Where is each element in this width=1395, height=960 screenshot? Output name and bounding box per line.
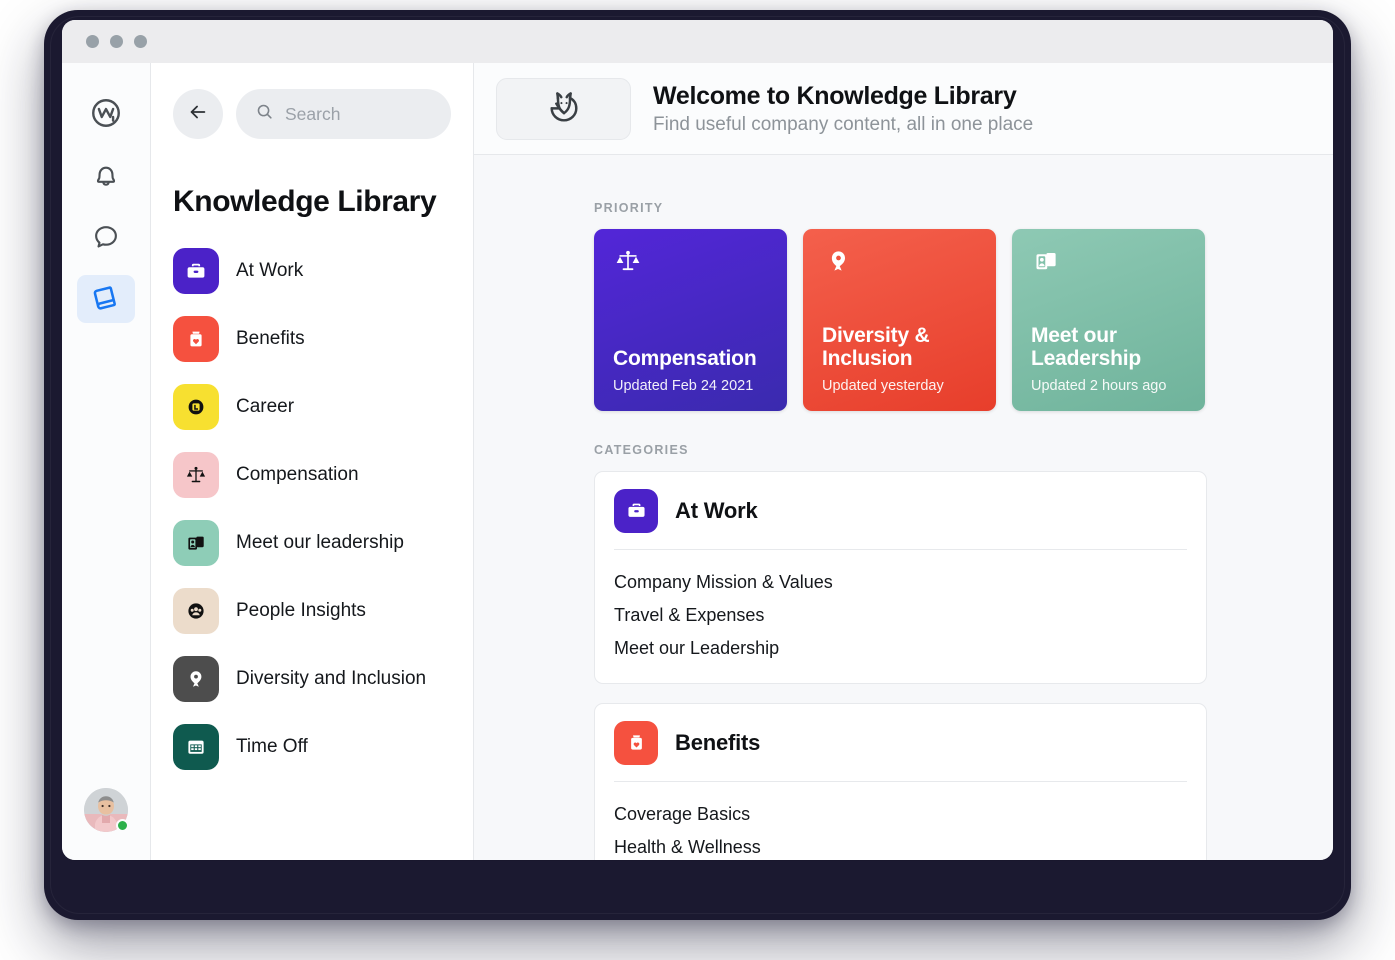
sidebar-item-label: At Work bbox=[236, 260, 304, 281]
ribbon-pin-icon bbox=[822, 246, 977, 281]
priority-card-meet-our-leadership[interactable]: Meet our Leadership Updated 2 hours ago bbox=[1012, 229, 1205, 411]
sidebar-item-career[interactable]: Career bbox=[173, 377, 451, 437]
sidebar-item-label: Career bbox=[236, 396, 295, 417]
sidebar-item-label: People Insights bbox=[236, 600, 366, 621]
avatar-wrapper[interactable] bbox=[84, 788, 129, 832]
main-header: Welcome to Knowledge Library Find useful… bbox=[474, 63, 1333, 155]
screenshot-stage: Search Knowledge Library At Work Benefit… bbox=[0, 0, 1395, 960]
page-title: Knowledge Library bbox=[173, 185, 437, 218]
ribbon-pin-icon bbox=[173, 656, 219, 702]
category-link[interactable]: Meet our Leadership bbox=[614, 632, 1187, 665]
close-window-button[interactable] bbox=[86, 35, 99, 48]
app-rail bbox=[62, 63, 151, 860]
arrow-left-icon bbox=[187, 101, 209, 128]
priority-card-subtitle: Updated 2 hours ago bbox=[1031, 378, 1167, 394]
category-link-list: Company Mission & Values Travel & Expens… bbox=[614, 550, 1187, 683]
id-cards-icon bbox=[173, 520, 219, 566]
window-titlebar bbox=[62, 20, 1333, 63]
priority-card-title: Meet our Leadership bbox=[1031, 323, 1142, 371]
category-card-header[interactable]: At Work bbox=[614, 472, 1187, 549]
minimize-window-button[interactable] bbox=[110, 35, 123, 48]
fox-head-icon bbox=[542, 84, 586, 133]
category-card-title: At Work bbox=[675, 497, 758, 523]
app-body: Search Knowledge Library At Work Benefit… bbox=[62, 63, 1333, 860]
knowledge-library-sidebar: Search Knowledge Library At Work Benefit… bbox=[151, 63, 474, 860]
category-link[interactable]: Company Mission & Values bbox=[614, 566, 1187, 599]
bell-icon bbox=[90, 159, 122, 191]
category-card-title: Benefits bbox=[675, 729, 761, 755]
sidebar-item-label: Time Off bbox=[236, 736, 308, 757]
priority-card-title: Diversity & Inclusion bbox=[822, 323, 930, 371]
priority-card-list: Compensation Updated Feb 24 2021 Diversi… bbox=[594, 229, 1333, 411]
search-input[interactable]: Search bbox=[236, 89, 451, 139]
sidebar-item-benefits[interactable]: Benefits bbox=[173, 309, 451, 369]
calendar-icon bbox=[173, 724, 219, 770]
category-link[interactable]: Health & Wellness bbox=[614, 831, 1187, 860]
sidebar-category-list: At Work Benefits Career Compensation Mee… bbox=[151, 241, 473, 777]
search-row: Search bbox=[151, 89, 473, 139]
briefcase-icon bbox=[173, 248, 219, 294]
people-icon bbox=[173, 588, 219, 634]
priority-card-title: Compensation bbox=[613, 347, 757, 371]
chat-bubble-icon bbox=[90, 221, 122, 253]
rail-item-notifications[interactable] bbox=[77, 151, 135, 199]
benefits-bag-icon bbox=[173, 316, 219, 362]
sidebar-item-label: Diversity and Inclusion bbox=[236, 668, 427, 689]
rail-item-knowledge-library[interactable] bbox=[77, 275, 135, 323]
brand-logo-box bbox=[496, 77, 631, 140]
book-icon bbox=[89, 282, 123, 316]
sidebar-item-time-off[interactable]: Time Off bbox=[173, 717, 451, 777]
back-button[interactable] bbox=[173, 89, 223, 139]
main-scroll-area: PRIORITY Compensation Updated Feb 24 202… bbox=[474, 155, 1333, 860]
sidebar-item-compensation[interactable]: Compensation bbox=[173, 445, 451, 505]
sidebar-item-label: Benefits bbox=[236, 328, 305, 349]
category-card-benefits: Benefits Coverage Basics Health & Wellne… bbox=[594, 703, 1207, 860]
briefcase-icon bbox=[614, 488, 658, 533]
sidebar-item-meet-our-leadership[interactable]: Meet our leadership bbox=[173, 513, 451, 573]
header-text: Welcome to Knowledge Library Find useful… bbox=[653, 82, 1033, 136]
priority-card-diversity-inclusion[interactable]: Diversity & Inclusion Updated yesterday bbox=[803, 229, 996, 411]
sidebar-item-label: Meet our leadership bbox=[236, 532, 404, 553]
category-card-at-work: At Work Company Mission & Values Travel … bbox=[594, 471, 1207, 684]
priority-card-subtitle: Updated Feb 24 2021 bbox=[613, 378, 754, 394]
rail-item-chat[interactable] bbox=[77, 213, 135, 261]
category-link[interactable]: Coverage Basics bbox=[614, 798, 1187, 831]
sidebar-item-people-insights[interactable]: People Insights bbox=[173, 581, 451, 641]
main-content: Welcome to Knowledge Library Find useful… bbox=[474, 63, 1333, 860]
maximize-window-button[interactable] bbox=[134, 35, 147, 48]
career-badge-icon bbox=[173, 384, 219, 430]
header-title: Welcome to Knowledge Library bbox=[653, 81, 1017, 110]
id-cards-icon bbox=[1031, 246, 1186, 281]
rail-item-workplace-home[interactable] bbox=[77, 89, 135, 137]
sidebar-item-diversity-and-inclusion[interactable]: Diversity and Inclusion bbox=[173, 649, 451, 709]
sidebar-item-at-work[interactable]: At Work bbox=[173, 241, 451, 301]
benefits-bag-icon bbox=[614, 720, 658, 765]
header-subtitle: Find useful company content, all in one … bbox=[653, 113, 1034, 135]
search-placeholder: Search bbox=[285, 103, 341, 124]
categories-section-label: CATEGORIES bbox=[594, 443, 689, 457]
priority-card-subtitle: Updated yesterday bbox=[822, 378, 944, 394]
category-link-list: Coverage Basics Health & Wellness bbox=[614, 782, 1187, 860]
sidebar-item-label: Compensation bbox=[236, 464, 359, 485]
scales-icon bbox=[613, 246, 768, 281]
priority-card-compensation[interactable]: Compensation Updated Feb 24 2021 bbox=[594, 229, 787, 411]
search-icon bbox=[255, 102, 274, 126]
scales-icon bbox=[173, 452, 219, 498]
priority-section-label: PRIORITY bbox=[594, 201, 664, 215]
status-badge bbox=[116, 819, 129, 832]
category-link[interactable]: Travel & Expenses bbox=[614, 599, 1187, 632]
workplace-logo-icon bbox=[89, 96, 123, 130]
browser-window: Search Knowledge Library At Work Benefit… bbox=[62, 20, 1333, 860]
category-card-header[interactable]: Benefits bbox=[614, 704, 1187, 781]
